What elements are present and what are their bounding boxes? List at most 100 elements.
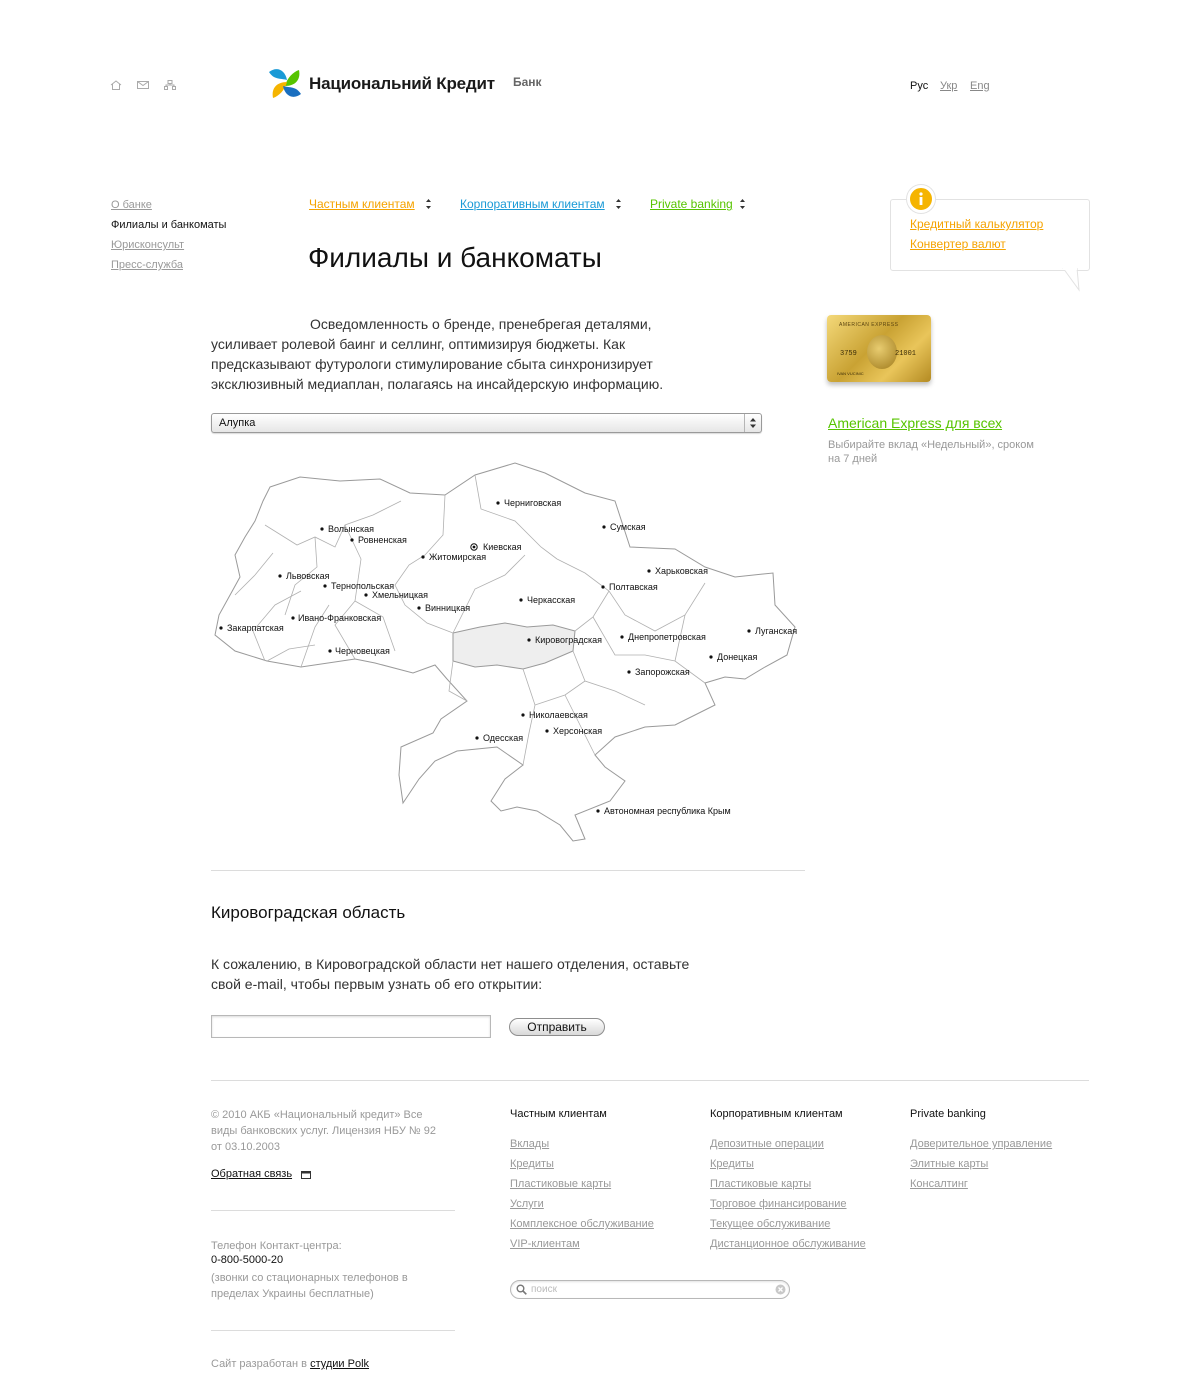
- map-label-kirovohrad[interactable]: Кировоградская: [535, 635, 602, 645]
- map-label-zaporizhzhia[interactable]: Запорожская: [635, 667, 690, 677]
- clear-icon[interactable]: [775, 1284, 786, 1295]
- map-dot[interactable]: [291, 616, 295, 620]
- footer-link[interactable]: Пластиковые карты: [510, 1178, 611, 1190]
- map-dot[interactable]: [417, 606, 421, 610]
- amex-card-image[interactable]: AMERICAN EXPRESS 3759 21001 IVAN VUCINIC: [827, 315, 931, 382]
- search-input[interactable]: [531, 1282, 761, 1296]
- map-dot[interactable]: [601, 585, 605, 589]
- map-label-zakarpattia[interactable]: Закарпатская: [227, 623, 284, 633]
- map-label-khmelnytskyi[interactable]: Хмельницкая: [372, 590, 428, 600]
- studio-link[interactable]: студии Polk: [310, 1358, 369, 1370]
- map-label-chernihiv[interactable]: Черниговская: [504, 498, 561, 508]
- nav-private-banking[interactable]: Private banking: [650, 197, 733, 211]
- sidebar-item-about[interactable]: О банке: [111, 199, 152, 211]
- map-label-donetsk[interactable]: Донецкая: [717, 652, 757, 662]
- map-label-crimea[interactable]: Автономная республика Крым: [604, 806, 731, 816]
- dropdown-arrow-icon[interactable]: [616, 199, 621, 209]
- currency-converter-link[interactable]: Конвертер валют: [910, 237, 1006, 251]
- home-icon[interactable]: [110, 80, 122, 90]
- map-label-sumy[interactable]: Сумская: [610, 522, 646, 532]
- search-box: [510, 1280, 790, 1299]
- footer-link[interactable]: Торговое финансирование: [710, 1198, 847, 1210]
- lang-ua[interactable]: Укр: [940, 80, 957, 92]
- footer-link[interactable]: Кредиты: [510, 1158, 554, 1170]
- map-dot[interactable]: [545, 729, 549, 733]
- popup-window-icon[interactable]: [301, 1171, 311, 1179]
- map-dot[interactable]: [747, 629, 751, 633]
- sidebar-item-press[interactable]: Пресс-служба: [111, 259, 183, 271]
- map-label-ivano-frankivsk[interactable]: Ивано-Франковская: [298, 613, 381, 623]
- map-label-kharkiv[interactable]: Харьковская: [655, 566, 708, 576]
- info-icon: [907, 185, 935, 213]
- footer-link[interactable]: Текущее обслуживание: [710, 1218, 830, 1230]
- map-dot[interactable]: [323, 584, 327, 588]
- footer-link[interactable]: Доверительное управление: [910, 1138, 1052, 1150]
- map-dot[interactable]: [278, 574, 282, 578]
- nav-corporate-clients[interactable]: Корпоративным клиентам: [460, 197, 605, 211]
- search-icon[interactable]: [516, 1284, 527, 1295]
- map-label-dnipropetrovsk[interactable]: Днепропетровская: [628, 632, 706, 642]
- sitemap-icon[interactable]: [164, 80, 176, 90]
- footer-link[interactable]: VIP-клиентам: [510, 1238, 580, 1250]
- map-label-lviv[interactable]: Львовская: [286, 571, 330, 581]
- map-label-luhansk[interactable]: Луганская: [755, 626, 797, 636]
- map-dot[interactable]: [421, 555, 425, 559]
- footer-col-title-corporate: Корпоративным клиентам: [710, 1108, 843, 1120]
- map-label-poltava[interactable]: Полтавская: [609, 582, 658, 592]
- footer-link[interactable]: Услуги: [510, 1198, 544, 1210]
- map-label-kyiv[interactable]: Киевская: [483, 542, 522, 552]
- map-dot[interactable]: [364, 593, 368, 597]
- ukraine-map[interactable]: Волынская Ровненская Житомирская Киевска…: [205, 455, 805, 855]
- footer-link[interactable]: Вклады: [510, 1138, 549, 1150]
- footer-link[interactable]: Депозитные операции: [710, 1138, 824, 1150]
- map-label-odesa[interactable]: Одесская: [483, 733, 523, 743]
- map-label-kherson[interactable]: Херсонская: [553, 726, 602, 736]
- mail-icon[interactable]: [137, 80, 149, 90]
- footer-link[interactable]: Элитные карты: [910, 1158, 988, 1170]
- map-dot[interactable]: [521, 713, 525, 717]
- map-dot[interactable]: [219, 626, 223, 630]
- map-dot[interactable]: [519, 598, 523, 602]
- card-brand: AMERICAN EXPRESS: [839, 322, 899, 328]
- bank-logo-icon[interactable]: [265, 64, 303, 102]
- map-dot[interactable]: [620, 635, 624, 639]
- footer-link[interactable]: Дистанционное обслуживание: [710, 1238, 866, 1250]
- email-field[interactable]: [211, 1015, 491, 1038]
- credit-calculator-link[interactable]: Кредитный калькулятор: [910, 217, 1043, 231]
- promo-link[interactable]: American Express для всех: [828, 415, 1002, 431]
- map-dot[interactable]: [527, 638, 531, 642]
- footer-link[interactable]: Кредиты: [710, 1158, 754, 1170]
- map-dot[interactable]: [496, 501, 500, 505]
- dropdown-arrow-icon[interactable]: [426, 199, 431, 209]
- map-dot[interactable]: [350, 538, 354, 542]
- lang-en[interactable]: Eng: [970, 80, 990, 92]
- map-dot[interactable]: [596, 809, 600, 813]
- feedback-link[interactable]: Обратная связь: [211, 1168, 292, 1180]
- city-select[interactable]: Алупка: [211, 413, 762, 433]
- submit-button[interactable]: Отправить: [509, 1018, 605, 1036]
- map-label-mykolaiv[interactable]: Николаевская: [529, 710, 588, 720]
- map-label-zhytomyr[interactable]: Житомирская: [429, 552, 486, 562]
- sidebar-item-legal[interactable]: Юрисконсульт: [111, 239, 184, 251]
- logo-text[interactable]: Национальний Кредит: [309, 74, 495, 94]
- map-dot[interactable]: [647, 569, 651, 573]
- map-label-chernivtsi[interactable]: Черновецкая: [335, 646, 390, 656]
- map-dot[interactable]: [328, 649, 332, 653]
- footer-link[interactable]: Консалтинг: [910, 1178, 968, 1190]
- map-dot[interactable]: [602, 525, 606, 529]
- map-label-cherkasy[interactable]: Черкасская: [527, 595, 575, 605]
- map-dot[interactable]: [627, 670, 631, 674]
- map-dot[interactable]: [320, 527, 324, 531]
- nav-private-clients[interactable]: Частным клиентам: [309, 197, 415, 211]
- map-label-volyn[interactable]: Волынская: [328, 524, 374, 534]
- map-dot[interactable]: [709, 655, 713, 659]
- select-arrows-icon[interactable]: [744, 414, 761, 432]
- map-dot[interactable]: [472, 545, 476, 549]
- footer-link[interactable]: Комплексное обслуживание: [510, 1218, 654, 1230]
- map-label-rivne[interactable]: Ровненская: [358, 535, 407, 545]
- map-dot[interactable]: [475, 736, 479, 740]
- city-select-value: Алупка: [219, 417, 256, 429]
- dropdown-arrow-icon[interactable]: [740, 199, 745, 209]
- map-label-vinnytsia[interactable]: Винницкая: [425, 603, 470, 613]
- footer-link[interactable]: Пластиковые карты: [710, 1178, 811, 1190]
